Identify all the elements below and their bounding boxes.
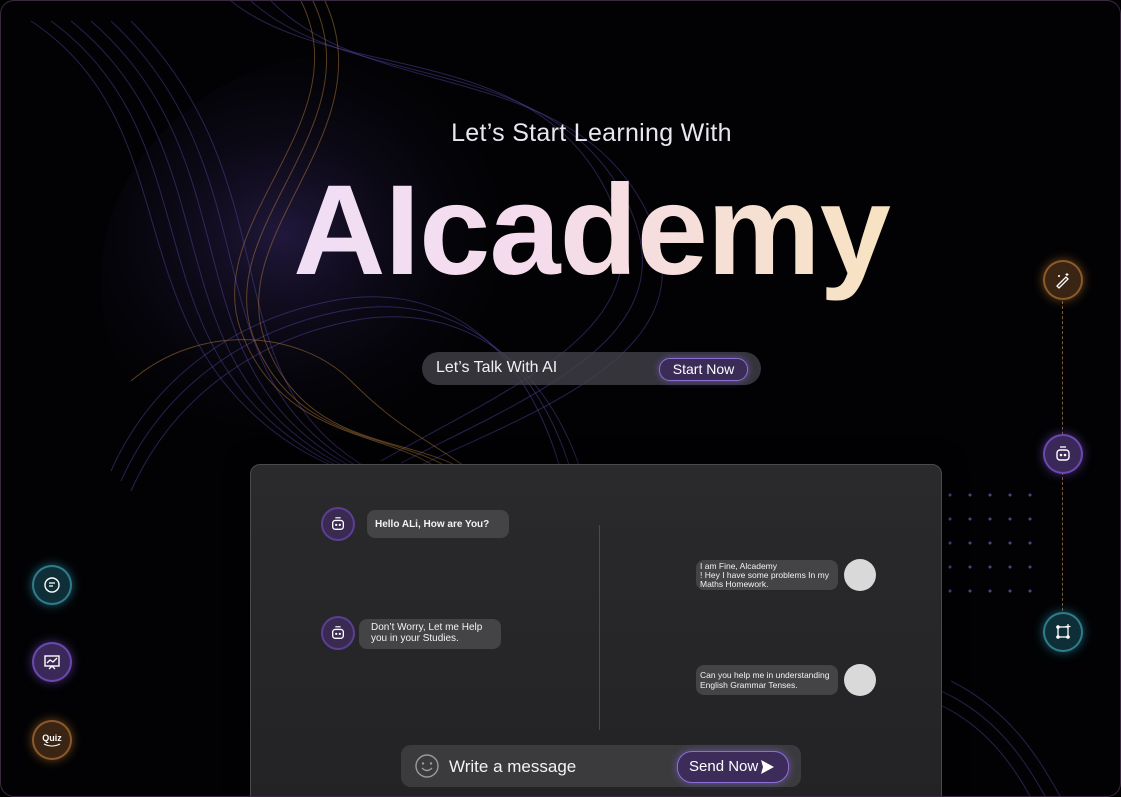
dot-grid <box>948 493 1032 593</box>
presentation-icon <box>44 655 60 670</box>
app-frame: Let’s Start Learning With AIcademy Let’s… <box>0 0 1121 797</box>
presentation-button[interactable] <box>34 644 70 680</box>
emoji-icon[interactable] <box>414 753 440 779</box>
user-avatar <box>844 664 876 696</box>
shapes-icon <box>1056 624 1071 639</box>
user-avatar <box>844 559 876 591</box>
message-input[interactable]: Write a message <box>449 757 576 777</box>
shapes-button[interactable] <box>1045 614 1081 650</box>
message-line: Don’t Worry, Let me Help <box>371 622 483 633</box>
message-composer: Write a message Send Now <box>401 745 801 787</box>
chat-divider <box>599 525 600 730</box>
start-now-button[interactable]: Start Now <box>659 358 748 381</box>
robot-icon <box>1056 446 1070 461</box>
quiz-button[interactable]: Quiz <box>34 722 70 758</box>
message-line: English Grammar Tenses. <box>700 680 798 690</box>
send-icon <box>761 760 774 774</box>
bot-message: Hello ALi, How are You? <box>367 510 509 538</box>
bot-message: Don’t Worry, Let me Help you in your Stu… <box>359 619 501 649</box>
user-message: Can you help me in understanding English… <box>696 665 838 695</box>
user-message: I am Fine, Alcademy ! Hey I have some pr… <box>696 560 838 590</box>
talk-with-ai-bar: Let’s Talk With AI Start Now <box>422 352 761 385</box>
robot-icon <box>332 517 344 530</box>
hero-title: AIcademy <box>1 161 1120 301</box>
chat-panel: Hello ALi, How are You? I am Fine, Alcad… <box>250 464 942 796</box>
magic-pencil-icon <box>1056 273 1069 289</box>
message-line: you in your Studies. <box>371 633 459 644</box>
send-now-button[interactable]: Send Now <box>677 751 789 783</box>
chat-bubble-icon <box>44 577 60 593</box>
message-line: Maths Homework. <box>700 579 769 589</box>
quiz-icon-label: Quiz <box>42 733 62 743</box>
bot-avatar <box>323 509 353 539</box>
chat-bubble-button[interactable] <box>34 567 70 603</box>
hero-subtitle: Let’s Start Learning With <box>451 119 732 147</box>
robot-button[interactable] <box>1045 436 1081 472</box>
bot-avatar <box>323 618 353 648</box>
robot-icon <box>332 626 344 639</box>
talk-with-ai-text: Let’s Talk With AI <box>436 359 558 376</box>
send-now-label: Send Now <box>689 758 759 775</box>
magic-pencil-button[interactable] <box>1045 262 1081 298</box>
quiz-icon: Quiz <box>42 733 62 747</box>
message-line: Can you help me in understanding <box>700 670 830 680</box>
